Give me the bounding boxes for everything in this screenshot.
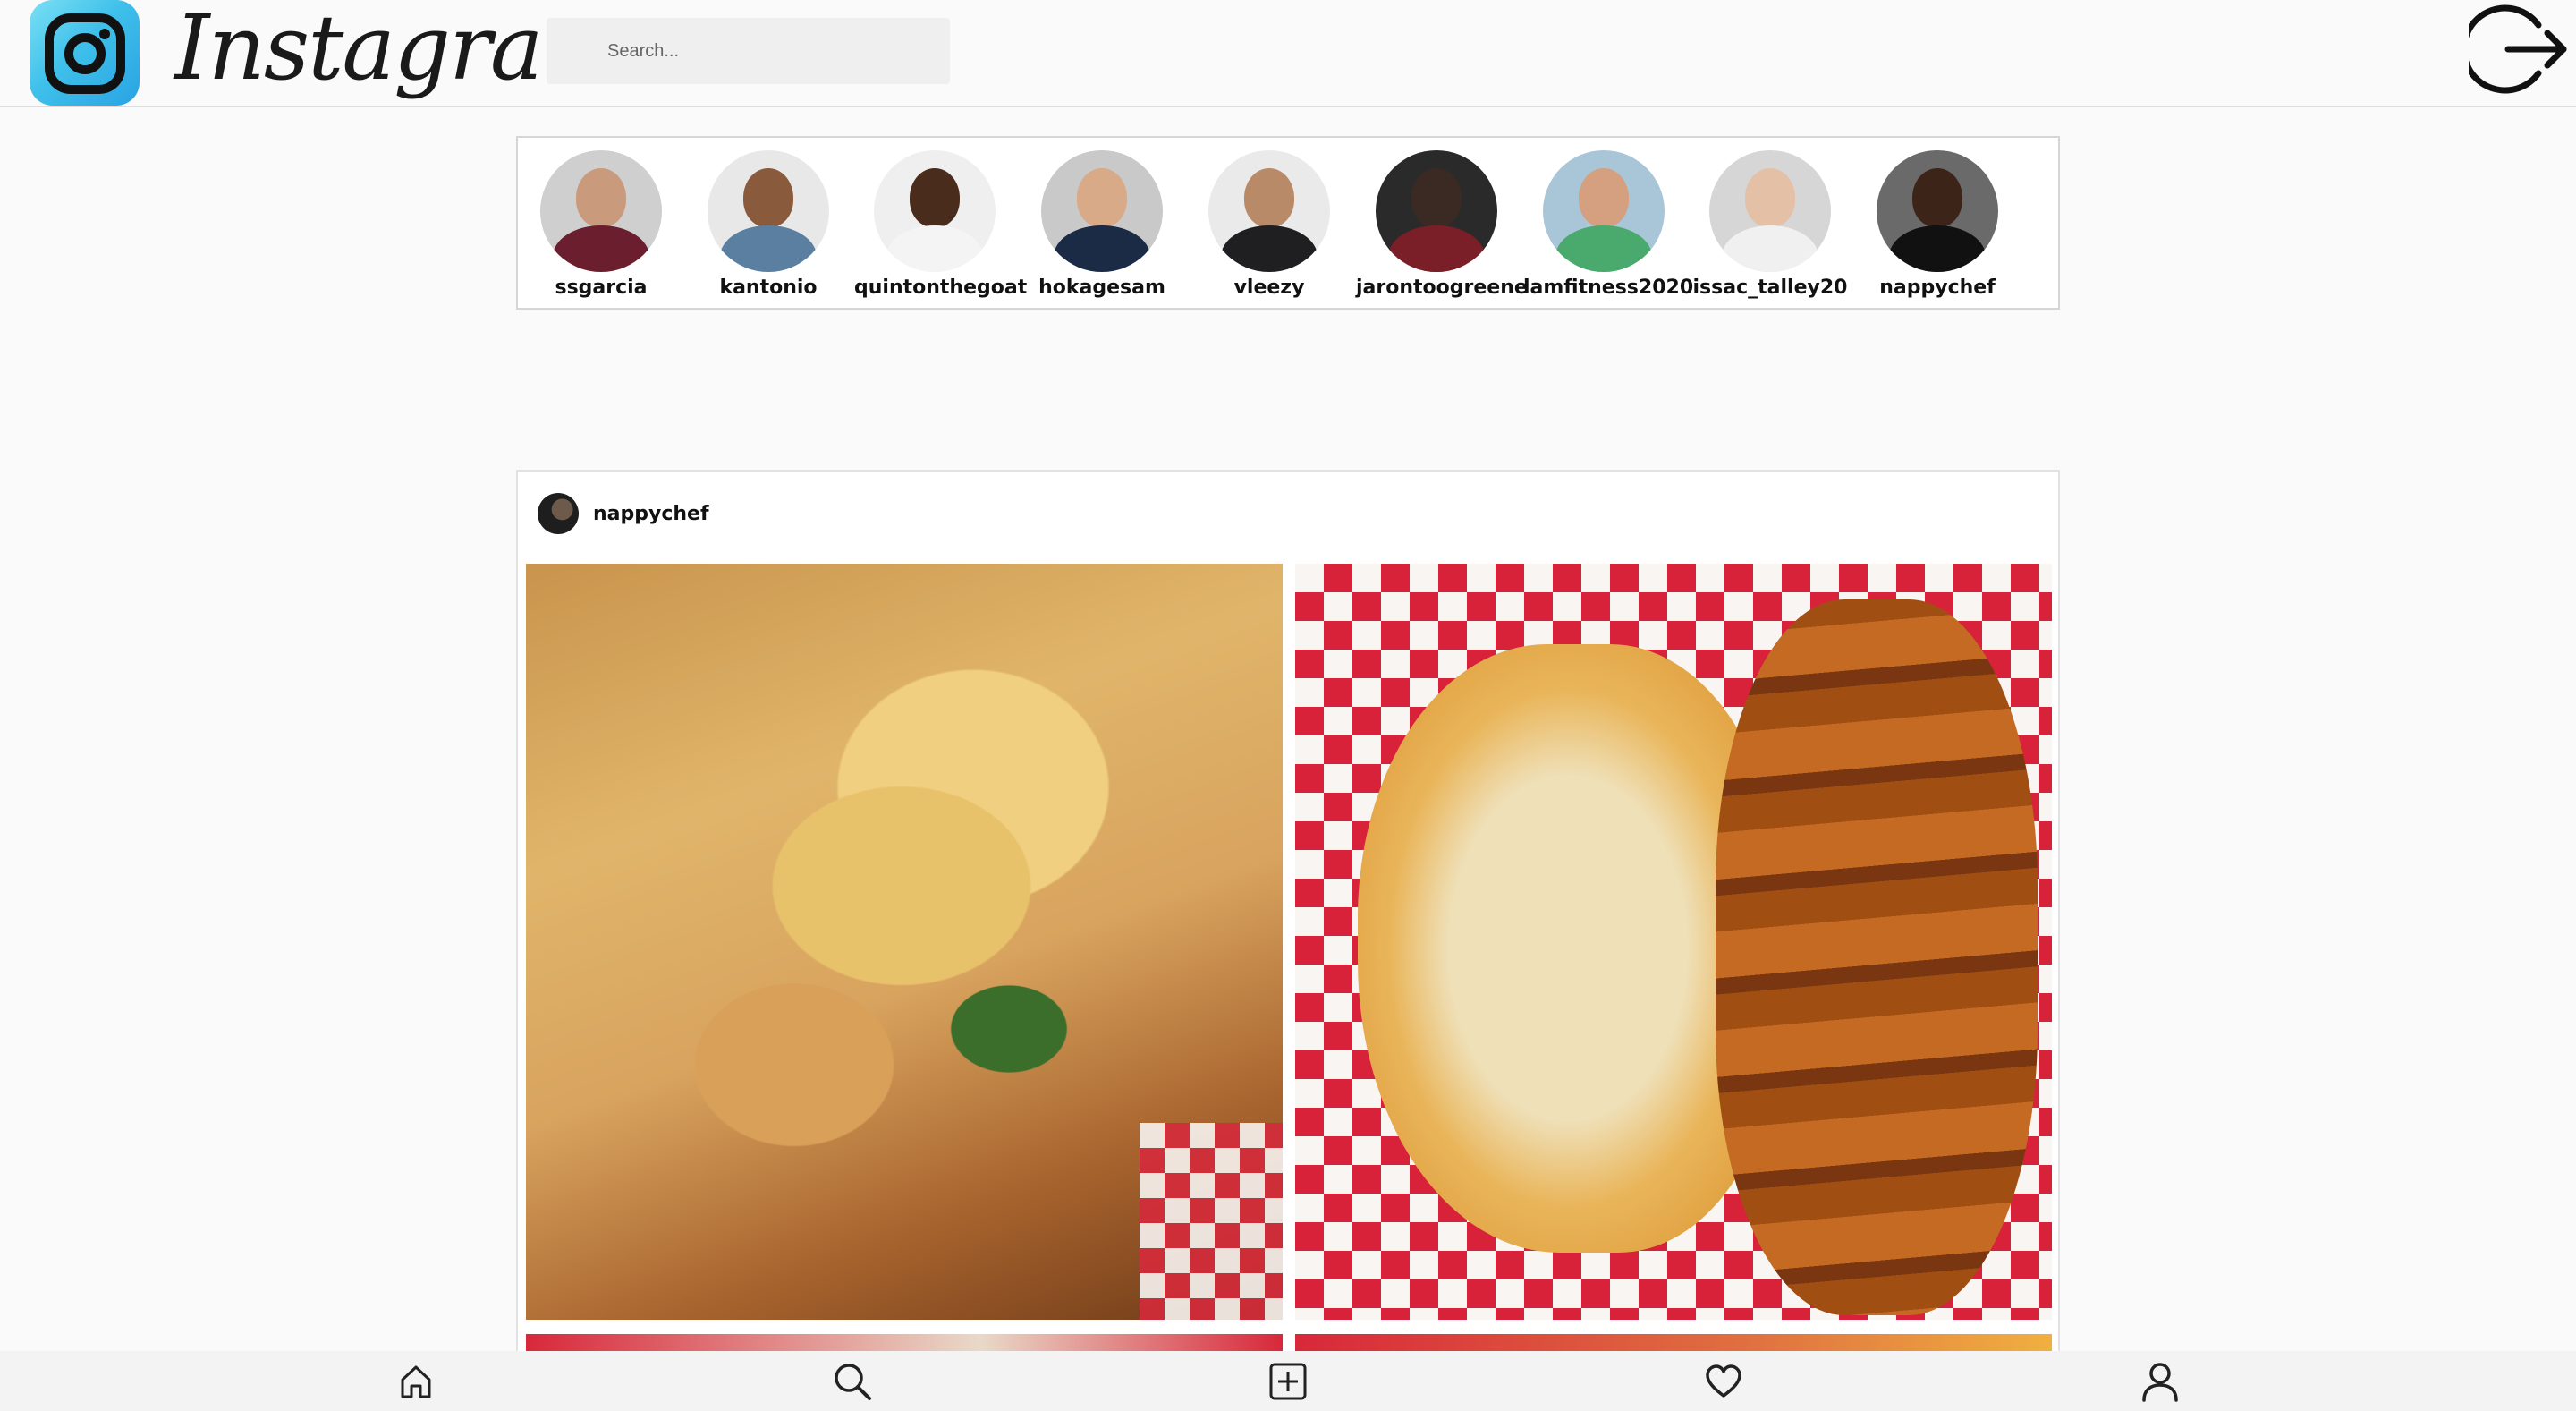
story-avatar[interactable] <box>1208 150 1330 272</box>
story-item[interactable]: vleezy <box>1189 150 1350 299</box>
story-username: quintonthegoat <box>854 276 1028 299</box>
story-username: lamfitness2020 <box>1523 276 1694 299</box>
story-username: vleezy <box>1233 276 1305 299</box>
feed-post: nappychef <box>516 470 2060 1370</box>
story-username: issac_talley20 <box>1692 276 1848 299</box>
post-header: nappychef <box>538 493 709 534</box>
story-item[interactable]: ssgarcia <box>521 150 682 299</box>
profile-icon[interactable] <box>2137 1358 2183 1405</box>
story-avatar[interactable] <box>1709 150 1831 272</box>
story-avatar[interactable] <box>1041 150 1163 272</box>
story-username: kantonio <box>719 276 818 299</box>
story-item[interactable]: issac_talley20 <box>1690 150 1851 299</box>
story-avatar[interactable] <box>1376 150 1497 272</box>
home-icon[interactable] <box>393 1358 439 1405</box>
story-item[interactable]: kantonio <box>688 150 849 299</box>
story-item[interactable]: lamfitness2020 <box>1523 150 1694 299</box>
bottom-navigation <box>0 1351 2576 1411</box>
search-input[interactable] <box>547 18 950 84</box>
story-username: ssgarcia <box>555 276 648 299</box>
stories-bar: ssgarcia kantonio quintonthegoat hokages… <box>516 136 2060 310</box>
add-post-icon[interactable] <box>1265 1358 1311 1405</box>
story-avatar[interactable] <box>1543 150 1665 272</box>
top-header: Instagram <box>0 0 2576 107</box>
post-author-username[interactable]: nappychef <box>593 503 709 525</box>
story-item[interactable]: quintonthegoat <box>854 150 1028 299</box>
story-username: nappychef <box>1879 276 1996 299</box>
story-item[interactable]: jarontoogreene <box>1356 150 1528 299</box>
logout-icon[interactable] <box>2461 0 2567 98</box>
story-item[interactable]: hokagesam <box>1021 150 1182 299</box>
post-photo[interactable] <box>1295 564 2052 1320</box>
story-avatar[interactable] <box>540 150 662 272</box>
post-photo[interactable] <box>526 564 1283 1320</box>
post-author-avatar[interactable] <box>538 493 579 534</box>
story-avatar[interactable] <box>1877 150 1998 272</box>
story-username: hokagesam <box>1038 276 1165 299</box>
heart-icon[interactable] <box>1700 1358 1747 1405</box>
story-item[interactable]: nappychef <box>1857 150 2018 299</box>
story-username: jarontoogreene <box>1356 276 1528 299</box>
story-avatar[interactable] <box>874 150 996 272</box>
search-icon[interactable] <box>829 1358 876 1405</box>
instagram-logo-icon[interactable] <box>30 0 140 106</box>
story-avatar[interactable] <box>708 150 829 272</box>
